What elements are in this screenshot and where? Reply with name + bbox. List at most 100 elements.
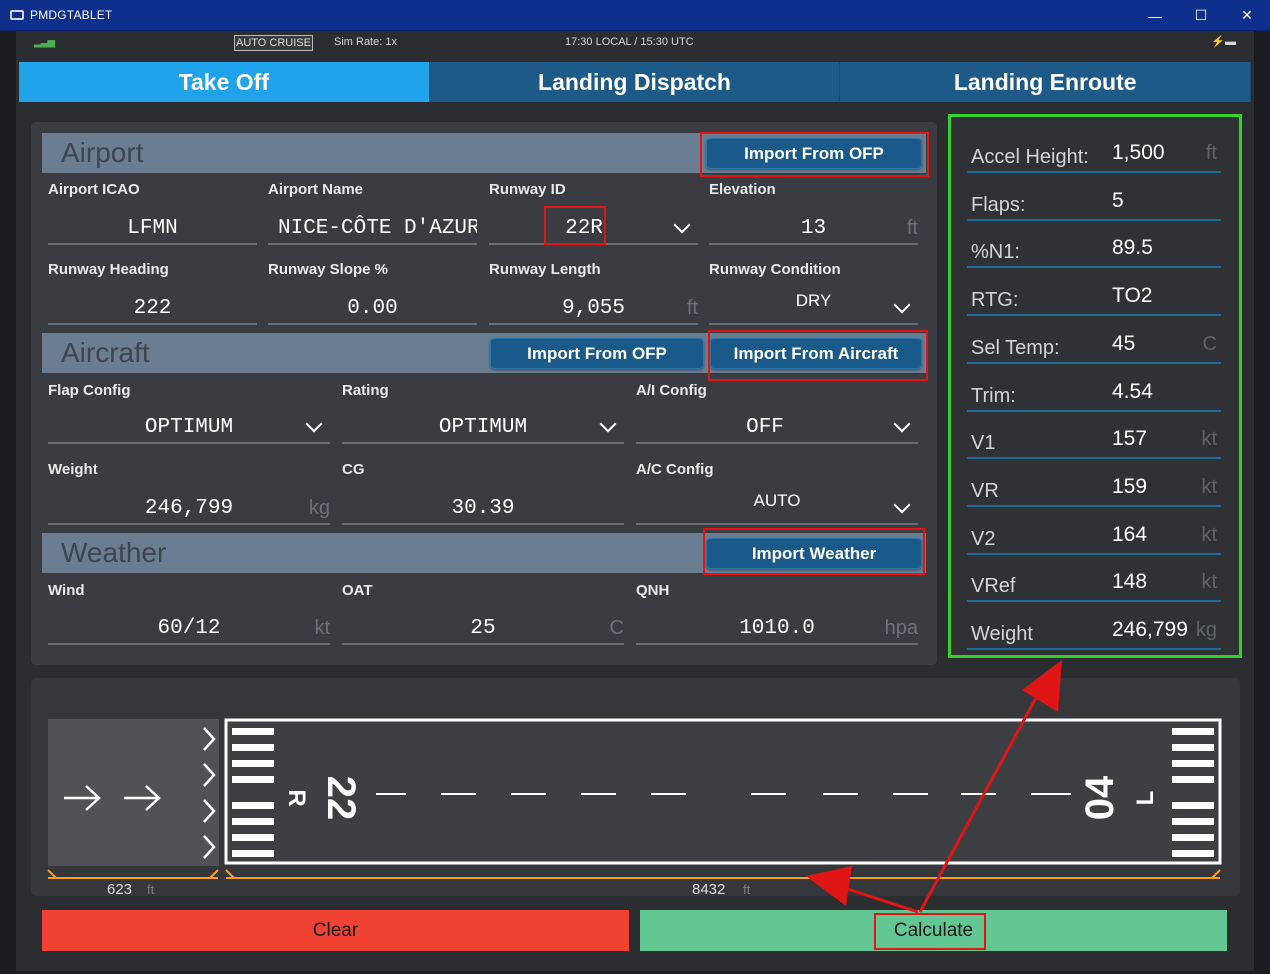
- result-row: V2 164 kt: [967, 513, 1221, 555]
- elevation-label: Elevation: [709, 181, 776, 198]
- offset-value: 623: [107, 881, 132, 896]
- result-unit: kt: [1201, 475, 1217, 498]
- offset-unit: ft: [147, 882, 155, 896]
- airport-name-input[interactable]: NICE-CÔTE D'AZUR: [268, 213, 477, 245]
- result-row: Trim: 4.54: [967, 370, 1221, 412]
- length-unit: ft: [743, 882, 751, 896]
- tab-landing-dispatch[interactable]: Landing Dispatch: [430, 62, 841, 102]
- chevron-down-icon: [893, 415, 911, 433]
- flap-config-label: Flap Config: [48, 382, 131, 399]
- tab-take-off[interactable]: Take Off: [19, 62, 430, 102]
- result-value: 159: [1112, 474, 1148, 498]
- result-label: Weight: [971, 623, 1033, 645]
- signal-icon: ▂▃▅: [34, 37, 55, 48]
- ai-config-select[interactable]: OFF: [636, 412, 918, 444]
- maximize-button[interactable]: ☐: [1178, 0, 1224, 31]
- weight-label: Weight: [48, 461, 98, 478]
- chevron-down-icon: [673, 216, 691, 234]
- result-value: 148: [1112, 570, 1148, 594]
- result-unit: kt: [1201, 428, 1217, 451]
- highlight-import-ofp-airport: [700, 132, 929, 177]
- qnh-input[interactable]: 1010.0 hpa: [636, 613, 918, 645]
- result-row: RTG: TO2: [967, 274, 1221, 317]
- runway-side-a: R: [283, 789, 310, 806]
- result-row: %N1: 89.5: [967, 226, 1221, 269]
- runway-diagram: 22 R 04 L 623 ft 8432 ft: [47, 718, 1222, 898]
- result-unit: ft: [1205, 142, 1217, 164]
- tab-landing-enroute[interactable]: Landing Enroute: [840, 62, 1252, 102]
- result-value: 5: [1112, 188, 1124, 212]
- result-value: 1,500: [1112, 141, 1165, 164]
- wind-label: Wind: [48, 582, 85, 599]
- elevation-input[interactable]: 13 ft: [709, 213, 918, 245]
- ac-config-label: A/C Config: [636, 461, 714, 478]
- oat-label: OAT: [342, 582, 373, 599]
- runway-panel: 22 R 04 L 623 ft 8432 ft: [31, 678, 1240, 898]
- input-panel: [31, 122, 937, 665]
- runway-heading-input[interactable]: 222: [48, 293, 257, 325]
- result-row: Sel Temp: 45 C: [967, 322, 1221, 364]
- runway-number-b: 04: [1078, 775, 1122, 820]
- result-label: V1: [971, 432, 996, 455]
- result-label: %N1:: [971, 241, 1020, 264]
- status-bar: ▂▃▅ AUTO CRUISE Sim Rate: 1x 17:30 LOCAL…: [16, 31, 1254, 55]
- flap-config-select[interactable]: OPTIMUM: [48, 412, 330, 444]
- auto-cruise-badge: AUTO CRUISE: [234, 35, 313, 51]
- result-label: Trim:: [971, 384, 1016, 407]
- approach-area: [48, 719, 219, 866]
- result-label: VR: [971, 479, 999, 502]
- import-from-ofp-aircraft-button[interactable]: Import From OFP: [490, 338, 704, 369]
- airport-icao-label: Airport ICAO: [48, 181, 140, 198]
- cg-input[interactable]: 30.39: [342, 493, 624, 525]
- result-row: V1 157 kt: [967, 417, 1221, 460]
- result-value: 4.54: [1112, 379, 1153, 403]
- aircraft-section-title: Aircraft: [61, 337, 150, 368]
- length-bar: [225, 869, 1221, 879]
- result-value: TO2: [1112, 284, 1153, 308]
- result-label: Sel Temp:: [971, 336, 1060, 359]
- result-row: Weight 246,799 kg: [967, 608, 1221, 650]
- close-button[interactable]: ✕: [1224, 0, 1270, 31]
- runway-condition-label: Runway Condition: [709, 261, 841, 278]
- highlight-calculate: [874, 913, 986, 950]
- app-icon: [10, 10, 24, 20]
- result-value: 157: [1112, 427, 1148, 451]
- result-value: 45: [1112, 331, 1136, 355]
- result-row: VRef 148 kt: [967, 560, 1221, 603]
- weight-input[interactable]: 246,799 kg: [48, 493, 330, 525]
- result-row: VR 159 kt: [967, 465, 1221, 507]
- result-unit: kg: [1195, 619, 1217, 641]
- result-row: Flaps: 5: [967, 179, 1221, 221]
- result-row: Accel Height: 1,500 ft: [967, 131, 1221, 173]
- result-value: 246,799: [1112, 618, 1188, 641]
- runway-id-label: Runway ID: [489, 181, 566, 198]
- runway-number-a: 22: [319, 776, 363, 821]
- airport-section-title: Airport: [61, 137, 144, 168]
- sim-rate: Sim Rate: 1x: [334, 36, 397, 48]
- runway-surface: [224, 718, 1222, 865]
- result-unit: kt: [1201, 523, 1217, 546]
- runway-length-label: Runway Length: [489, 261, 601, 278]
- airport-name-label: Airport Name: [268, 181, 364, 198]
- runway-length-input[interactable]: 9,055 ft: [489, 293, 698, 325]
- highlight-import-aircraft: [708, 330, 928, 381]
- rating-select[interactable]: OPTIMUM: [342, 412, 624, 444]
- minimize-button[interactable]: —: [1132, 0, 1178, 31]
- result-label: RTG:: [971, 289, 1019, 312]
- result-value: 164: [1112, 522, 1148, 546]
- oat-input[interactable]: 25 C: [342, 613, 624, 645]
- ac-config-select[interactable]: AUTO: [636, 491, 918, 525]
- offset-bar: [47, 869, 219, 879]
- rating-label: Rating: [342, 382, 389, 399]
- tab-bar: Take Off Landing Dispatch Landing Enrout…: [19, 62, 1252, 102]
- runway-slope-input[interactable]: 0.00: [268, 293, 477, 325]
- result-label: Accel Height:: [971, 146, 1089, 168]
- clear-button[interactable]: Clear: [42, 910, 629, 951]
- runway-heading-label: Runway Heading: [48, 261, 169, 278]
- result-label: V2: [971, 527, 996, 550]
- wind-input[interactable]: 60/12 kt: [48, 613, 330, 645]
- airport-icao-input[interactable]: LFMN: [48, 213, 257, 245]
- length-value: 8432: [692, 881, 725, 896]
- runway-slope-label: Runway Slope %: [268, 261, 389, 278]
- runway-condition-select[interactable]: DRY: [709, 291, 918, 325]
